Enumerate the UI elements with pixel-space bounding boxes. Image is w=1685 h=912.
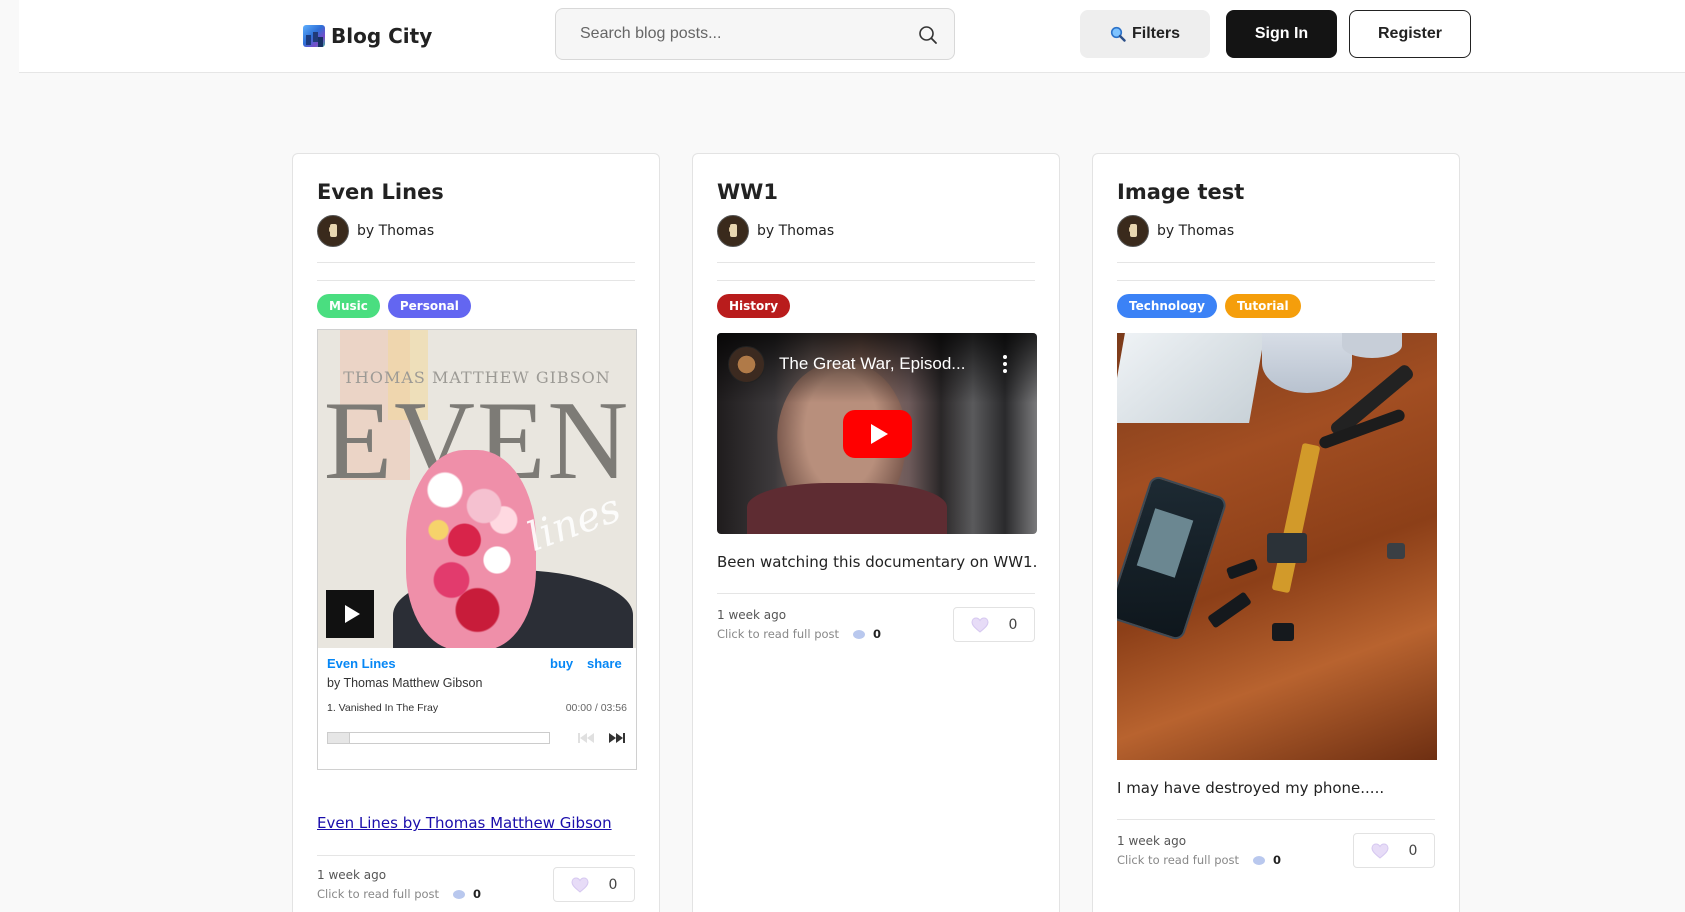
like-button[interactable]: 0 <box>953 607 1035 642</box>
post-card[interactable]: Image test by Thomas Technology Tutorial… <box>1092 153 1460 912</box>
logo-text: Blog City <box>331 24 433 48</box>
bandcamp-link[interactable]: Even Lines by Thomas Matthew Gibson <box>317 814 612 832</box>
top-navbar: Blog City Filters Sign In Register <box>19 0 1685 73</box>
youtube-embed[interactable]: The Great War, Episod... <box>717 333 1037 534</box>
youtube-play-button[interactable] <box>843 410 912 458</box>
post-excerpt: Been watching this documentary on WW1. <box>717 553 1038 571</box>
divider <box>1117 262 1435 263</box>
heart-icon <box>571 876 589 893</box>
comment-count: 0 <box>473 887 482 901</box>
like-count: 0 <box>1408 842 1418 859</box>
divider <box>717 262 1035 263</box>
post-title: Even Lines <box>317 180 444 204</box>
post-time: 1 week ago <box>1117 834 1187 848</box>
post-author: by Thomas <box>717 215 834 247</box>
bandcamp-player: THOMAS MATTHEW GIBSON EVEN lines Even Li… <box>317 329 637 770</box>
read-more-label: Click to read full post <box>1117 853 1240 867</box>
filters-label: Filters <box>1131 25 1180 42</box>
play-icon <box>871 424 888 444</box>
post-time: 1 week ago <box>317 868 387 882</box>
divider <box>317 855 635 856</box>
search-box <box>555 8 955 60</box>
comment-icon <box>853 629 866 639</box>
tag-list: Music Personal <box>317 294 471 318</box>
register-button[interactable]: Register <box>1349 10 1471 58</box>
progress-slider[interactable] <box>327 732 550 744</box>
track-time: 00:00 / 03:56 <box>565 702 627 714</box>
search-input[interactable] <box>557 10 897 58</box>
like-count: 0 <box>608 876 618 893</box>
avatar <box>717 215 749 247</box>
divider <box>717 593 1035 594</box>
sign-in-button[interactable]: Sign In <box>1226 10 1337 58</box>
author-name: by Thomas <box>1157 223 1235 239</box>
tag-tutorial[interactable]: Tutorial <box>1224 294 1301 318</box>
post-card[interactable]: Even Lines by Thomas Music Personal THOM… <box>292 153 660 912</box>
search-icon[interactable] <box>918 25 938 45</box>
more-options-icon[interactable] <box>1003 355 1007 373</box>
divider <box>1117 819 1435 820</box>
read-more[interactable]: Click to read full post 0 <box>317 887 481 901</box>
tag-music[interactable]: Music <box>317 294 380 318</box>
post-card[interactable]: WW1 by Thomas History The Great War, Epi… <box>692 153 1060 912</box>
post-author: by Thomas <box>1117 215 1234 247</box>
post-time: 1 week ago <box>717 608 787 622</box>
flower-bouquet-image <box>406 450 536 648</box>
divider <box>1117 280 1435 281</box>
comment-icon <box>1253 855 1266 865</box>
read-more-label: Click to read full post <box>317 887 440 901</box>
play-button[interactable] <box>326 590 374 638</box>
divider <box>317 262 635 263</box>
heart-icon <box>1371 842 1389 859</box>
track-name: 1. Vanished In The Fray <box>327 702 439 714</box>
comment-count: 0 <box>1273 853 1282 867</box>
author-name: by Thomas <box>357 223 435 239</box>
like-count: 0 <box>1008 616 1018 633</box>
comment-count: 0 <box>873 627 882 641</box>
tag-list: Technology Tutorial <box>1117 294 1301 318</box>
progress-knob[interactable] <box>328 733 350 743</box>
avatar <box>317 215 349 247</box>
tag-personal[interactable]: Personal <box>387 294 471 318</box>
author-name: by Thomas <box>757 223 835 239</box>
city-logo-icon <box>303 25 325 47</box>
magnifier-icon <box>1110 26 1126 42</box>
heart-icon <box>971 616 989 633</box>
post-excerpt: I may have destroyed my phone..... <box>1117 779 1385 797</box>
avatar <box>1117 215 1149 247</box>
share-link[interactable]: share <box>587 656 622 671</box>
video-title[interactable]: The Great War, Episod... <box>779 354 965 374</box>
filters-button[interactable]: Filters <box>1080 10 1210 58</box>
read-more[interactable]: Click to read full post 0 <box>717 627 881 641</box>
next-track-icon[interactable] <box>608 732 626 744</box>
like-button[interactable]: 0 <box>1353 833 1435 868</box>
comment-icon <box>453 889 466 899</box>
tag-history[interactable]: History <box>717 294 791 318</box>
buy-link[interactable]: buy <box>550 656 573 671</box>
play-icon <box>344 605 360 623</box>
logo[interactable]: Blog City <box>303 24 432 48</box>
channel-avatar[interactable] <box>728 346 765 383</box>
post-title: Image test <box>1117 180 1245 204</box>
tag-list: History <box>717 294 791 318</box>
post-image[interactable] <box>1117 333 1437 760</box>
tag-technology[interactable]: Technology <box>1117 294 1217 318</box>
read-more[interactable]: Click to read full post 0 <box>1117 853 1281 867</box>
divider <box>317 280 635 281</box>
album-artist: by Thomas Matthew Gibson <box>327 676 483 690</box>
read-more-label: Click to read full post <box>717 627 840 641</box>
album-title-link[interactable]: Even Lines <box>327 656 396 671</box>
album-art: THOMAS MATTHEW GIBSON EVEN lines <box>318 330 636 648</box>
post-title: WW1 <box>717 180 778 204</box>
previous-track-icon[interactable] <box>577 732 595 744</box>
like-button[interactable]: 0 <box>553 867 635 902</box>
divider <box>717 280 1035 281</box>
post-author: by Thomas <box>317 215 434 247</box>
